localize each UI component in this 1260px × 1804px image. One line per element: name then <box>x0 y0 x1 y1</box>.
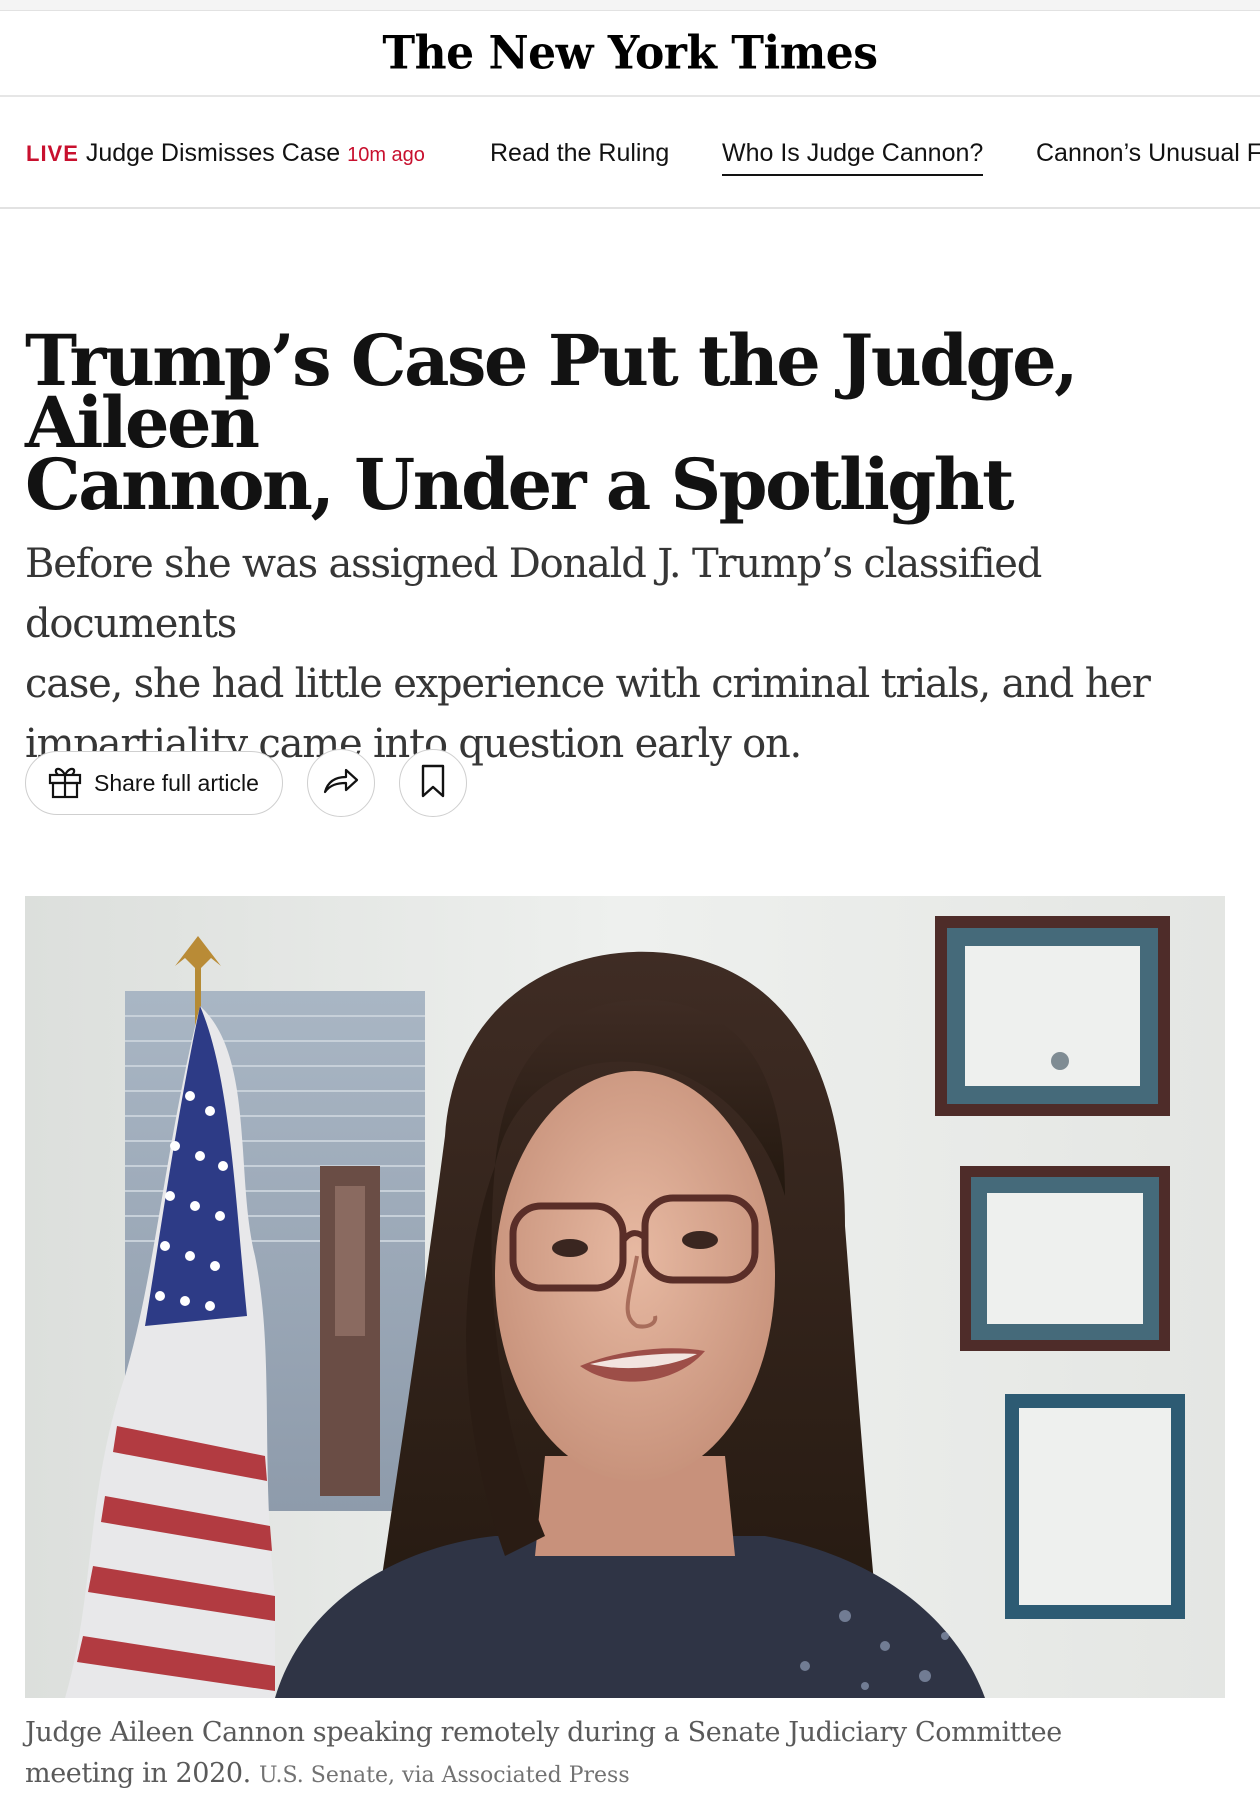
live-time-ago: 10m ago <box>347 144 425 166</box>
live-headline: Judge Dismisses Case <box>85 139 341 167</box>
link-who-is-judge-cannon[interactable]: Who Is Judge Cannon? <box>722 139 984 176</box>
link-cannons-unusual[interactable]: Cannon’s Unusual F <box>1036 139 1260 168</box>
live-item[interactable]: LIVE Judge Dismisses Case 10m ago <box>26 139 425 168</box>
live-coverage-bar: LIVE Judge Dismisses Case 10m ago Read t… <box>0 97 1260 209</box>
bookmark-icon <box>420 764 446 803</box>
caption-line: meeting in 2020. <box>25 1758 251 1789</box>
article-photo <box>25 896 1225 1698</box>
share-full-article-label: Share full article <box>94 769 259 796</box>
live-label: LIVE <box>26 141 79 166</box>
nyt-logo[interactable]: The New York Times <box>382 26 878 80</box>
share-full-article-button[interactable]: Share full article <box>25 751 283 815</box>
link-read-the-ruling[interactable]: Read the Ruling <box>490 139 669 168</box>
article-actions: Share full article <box>25 749 467 817</box>
photo-credit: U.S. Senate, via Associated Press <box>259 1763 630 1788</box>
gift-icon <box>46 762 84 805</box>
browser-top-strip <box>0 0 1260 11</box>
summary-line: case, she had little experience with cri… <box>25 661 1151 707</box>
photo-caption: Judge Aileen Cannon speaking remotely du… <box>25 1712 1225 1796</box>
masthead: The New York Times <box>0 11 1260 97</box>
share-arrow-icon <box>322 766 360 801</box>
article-summary: Before she was assigned Donald J. Trump’… <box>25 534 1225 774</box>
photo-judge-cannon <box>25 896 1225 1698</box>
save-button[interactable] <box>399 749 467 817</box>
article-headline: Trump’s Case Put the Judge, Aileen Canno… <box>25 326 1225 520</box>
share-button[interactable] <box>307 749 375 817</box>
summary-line: Before she was assigned Donald J. Trump’… <box>25 541 1042 647</box>
headline-line: Cannon, Under a Spotlight <box>25 443 1014 526</box>
caption-line: Judge Aileen Cannon speaking remotely du… <box>25 1717 1062 1748</box>
